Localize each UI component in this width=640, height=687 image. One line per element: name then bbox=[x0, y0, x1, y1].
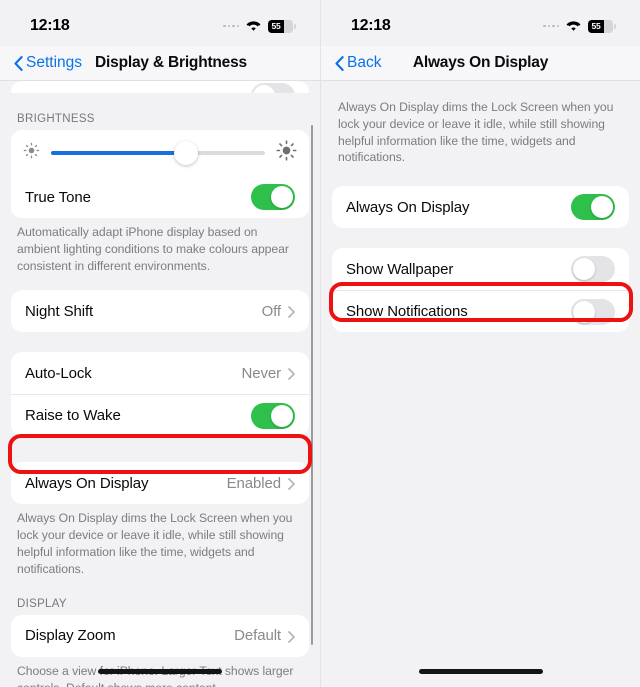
signal-dots-icon bbox=[543, 24, 559, 28]
back-button-settings[interactable]: Settings bbox=[14, 54, 82, 72]
partial-toggle bbox=[251, 83, 295, 93]
raise-to-wake-toggle[interactable] bbox=[251, 402, 295, 429]
settings-list-right[interactable]: Always On Display dims the Lock Screen w… bbox=[321, 81, 640, 687]
auto-lock-label: Auto-Lock bbox=[25, 364, 92, 382]
night-shift-card: Night Shift Off bbox=[11, 290, 309, 333]
chevron-right-icon bbox=[288, 305, 295, 319]
status-time: 12:18 bbox=[351, 17, 391, 34]
status-bar-right: 12:18 55 bbox=[321, 0, 640, 46]
battery-level: 55 bbox=[591, 21, 601, 31]
right-phone-screen: 12:18 55 Back Always On Display Always O… bbox=[320, 0, 640, 687]
brightness-card: True Tone bbox=[11, 130, 309, 218]
status-indicators: 55 bbox=[543, 19, 616, 33]
wifi-icon bbox=[566, 20, 581, 32]
brightness-slider-knob[interactable] bbox=[173, 141, 198, 165]
nav-bar-right: Back Always On Display bbox=[321, 46, 640, 80]
always-on-display-footnote: Always On Display dims the Lock Screen w… bbox=[17, 511, 293, 576]
row-auto-lock[interactable]: Auto-Lock Never bbox=[11, 352, 309, 395]
night-shift-value: Off bbox=[261, 302, 282, 320]
dual-screenshot-container: 12:18 55 Settings Display & Brightness B… bbox=[0, 0, 640, 687]
row-raise-to-wake[interactable]: Raise to Wake bbox=[11, 394, 309, 437]
true-tone-toggle[interactable] bbox=[251, 184, 295, 210]
back-button[interactable]: Back bbox=[335, 54, 381, 72]
row-always-on-display[interactable]: Always On Display Enabled bbox=[11, 462, 309, 505]
brightness-slider-track[interactable] bbox=[51, 141, 265, 165]
true-tone-label: True Tone bbox=[25, 188, 91, 206]
row-night-shift[interactable]: Night Shift Off bbox=[11, 290, 309, 333]
back-label: Back bbox=[347, 54, 382, 71]
brightness-high-icon bbox=[276, 140, 297, 166]
left-phone-screen: 12:18 55 Settings Display & Brightness B… bbox=[0, 0, 320, 687]
show-wallpaper-toggle[interactable] bbox=[571, 256, 615, 283]
always-on-display-label: Always On Display bbox=[346, 198, 470, 216]
display-options-card: Show Wallpaper Show Notifications bbox=[332, 248, 629, 333]
section-header-display: DISPLAY bbox=[17, 597, 67, 610]
settings-list-left[interactable]: BRIGHTNESS True Tone Automatically adapt… bbox=[0, 81, 320, 687]
brightness-slider-row[interactable] bbox=[11, 130, 309, 176]
chevron-right-icon bbox=[288, 477, 295, 491]
battery-icon: 55 bbox=[268, 19, 293, 33]
battery-level: 55 bbox=[271, 21, 281, 31]
section-header-brightness: BRIGHTNESS bbox=[17, 113, 95, 125]
always-on-display-toggle[interactable] bbox=[571, 194, 615, 221]
row-true-tone[interactable]: True Tone bbox=[11, 176, 309, 218]
vertical-scrollbar[interactable] bbox=[310, 125, 313, 645]
chevron-right-icon bbox=[288, 367, 295, 381]
status-indicators: 55 bbox=[223, 19, 296, 33]
show-notifications-label: Show Notifications bbox=[346, 303, 468, 321]
chevron-right-icon bbox=[288, 630, 295, 643]
always-on-display-toggle-card: Always On Display bbox=[332, 186, 629, 229]
row-show-notifications[interactable]: Show Notifications bbox=[332, 290, 629, 333]
row-show-wallpaper[interactable]: Show Wallpaper bbox=[332, 248, 629, 291]
chevron-left-icon bbox=[14, 55, 23, 71]
partial-row-above bbox=[11, 81, 309, 93]
wifi-icon bbox=[246, 20, 261, 32]
show-wallpaper-label: Show Wallpaper bbox=[346, 260, 454, 278]
lock-card: Auto-Lock Never Raise to Wake bbox=[11, 352, 309, 437]
back-label: Settings bbox=[26, 54, 83, 71]
always-on-display-intro-footnote: Always On Display dims the Lock Screen w… bbox=[338, 100, 614, 165]
row-display-zoom[interactable]: Display Zoom Default bbox=[11, 614, 309, 657]
brightness-low-icon bbox=[23, 142, 40, 164]
status-bar-left: 12:18 55 bbox=[0, 0, 320, 46]
home-indicator bbox=[418, 669, 543, 674]
signal-dots-icon bbox=[223, 24, 239, 28]
always-on-display-label: Always On Display bbox=[25, 474, 149, 492]
always-on-display-value: Enabled bbox=[226, 474, 281, 492]
display-zoom-label: Display Zoom bbox=[25, 627, 116, 645]
night-shift-label: Night Shift bbox=[25, 302, 94, 320]
battery-icon: 55 bbox=[588, 19, 613, 33]
display-zoom-card: Display Zoom Default bbox=[11, 614, 309, 657]
true-tone-footnote: Automatically adapt iPhone display based… bbox=[17, 225, 289, 273]
row-always-on-display[interactable]: Always On Display bbox=[332, 186, 629, 229]
status-time: 12:18 bbox=[30, 17, 70, 34]
display-zoom-value: Default bbox=[234, 627, 281, 645]
auto-lock-value: Never bbox=[241, 364, 281, 382]
always-on-display-card: Always On Display Enabled bbox=[11, 462, 309, 505]
chevron-left-icon bbox=[335, 55, 344, 71]
raise-to-wake-label: Raise to Wake bbox=[25, 407, 121, 425]
home-indicator bbox=[98, 669, 222, 674]
show-notifications-toggle[interactable] bbox=[571, 298, 615, 325]
nav-bar-left: Settings Display & Brightness bbox=[0, 46, 320, 80]
